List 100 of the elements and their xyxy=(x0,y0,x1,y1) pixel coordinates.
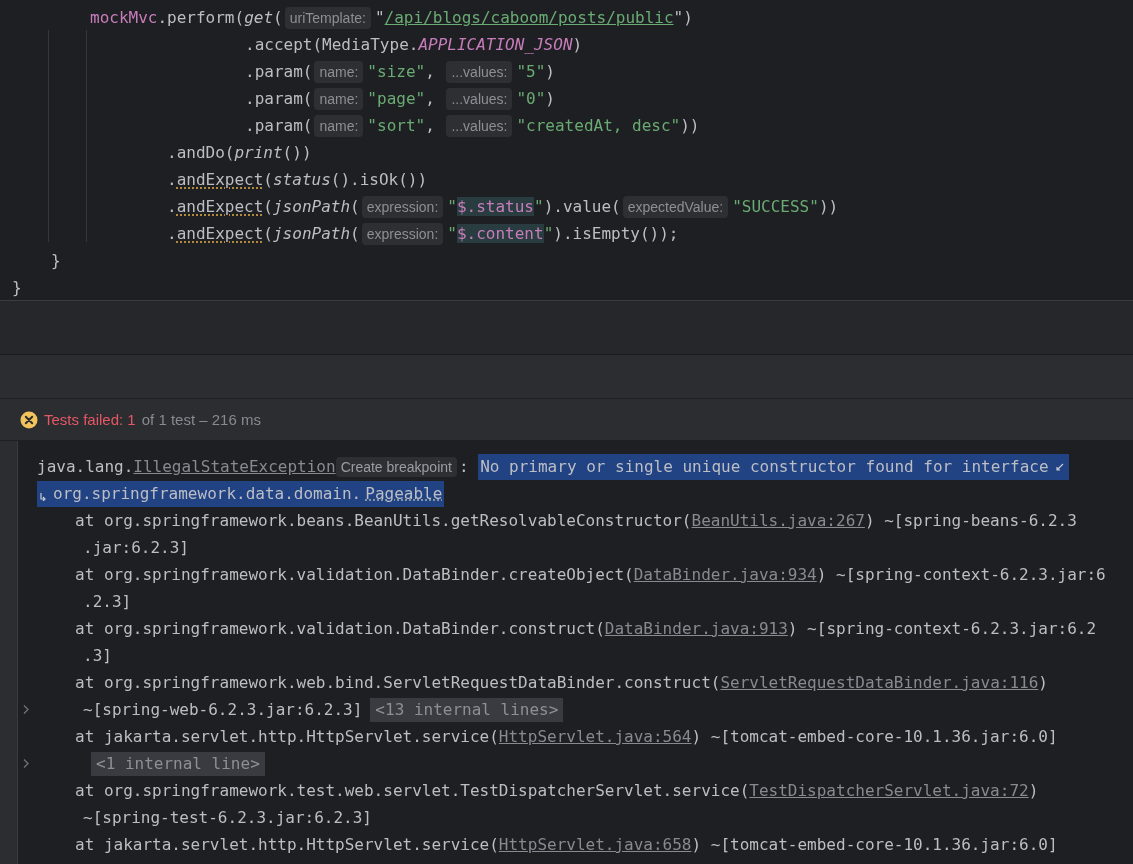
method-name: get xyxy=(244,8,274,27)
code-text: .param( xyxy=(245,62,313,81)
code-text: ( xyxy=(350,197,360,216)
code-text: " xyxy=(374,8,385,27)
code-text: ( xyxy=(350,224,360,243)
folded-lines[interactable]: <1 internal line> xyxy=(91,751,265,776)
test-summary: of 1 test – 216 ms xyxy=(141,411,261,428)
string-literal: "createdAt, desc" xyxy=(516,116,681,135)
console-text: ) xyxy=(1028,781,1039,800)
source-link[interactable]: BeanUtils.java:267 xyxy=(691,511,865,530)
code-text: ( xyxy=(263,170,273,189)
console-text: .3] xyxy=(83,646,112,665)
console-text: .2.3] xyxy=(83,592,132,611)
json-path: $.status xyxy=(456,197,534,216)
soft-wrap-icon xyxy=(1050,453,1069,480)
console-text: java.lang. xyxy=(37,457,134,476)
string-literal: " xyxy=(447,224,457,243)
console-text: ) ~[tomcat-embed-core-10.1.36.jar:6.0] xyxy=(691,727,1058,746)
error-icon xyxy=(20,410,38,429)
console-text: at org.springframework.test.web.servlet.TestDispatcherServlet.service( xyxy=(75,781,750,800)
console-text: at org.springframework.web.bind.ServletRequestDataBinder.construct( xyxy=(75,673,721,692)
console-text: ) ~[tomcat-embed-core-10.1.36.jar:6.0] xyxy=(691,835,1058,854)
code-text: .param( xyxy=(245,116,313,135)
code-text: ( xyxy=(273,8,283,27)
console-text: ~[spring-web-6.2.3.jar:6.2.3] xyxy=(83,700,363,719)
expand-chevron-icon[interactable] xyxy=(22,704,30,715)
code-text: )) xyxy=(680,116,700,135)
console-text: ~[spring-test-6.2.3.jar:6.2.3] xyxy=(83,808,372,827)
string-literal: "page" xyxy=(367,89,426,108)
constant-name: APPLICATION_JSON xyxy=(418,35,573,54)
source-link[interactable]: TestDispatcherServlet.java:72 xyxy=(749,781,1029,800)
console-text: .jar:6.2.3] xyxy=(83,538,189,557)
selected-text: Pageable xyxy=(363,480,445,507)
console-text: at jakarta.servlet.http.HttpServlet.service( xyxy=(75,835,499,854)
code-text: .andDo( xyxy=(167,143,235,162)
parameter-hint: expression: xyxy=(361,222,444,245)
method-name: andExpect xyxy=(176,197,264,216)
code-text: )) xyxy=(818,197,839,216)
console-text: at org.springframework.validation.DataBinder.createObject( xyxy=(75,565,634,584)
string-literal: " xyxy=(543,224,554,243)
source-link[interactable]: HttpServlet.java:564 xyxy=(498,727,692,746)
selected-text: org.springframework.data.domain. xyxy=(51,480,364,507)
console-text: : xyxy=(458,457,470,476)
code-text: ).value( xyxy=(543,197,621,216)
code-text: . xyxy=(167,170,177,189)
string-literal: "0" xyxy=(516,89,546,108)
console-text: ) ~[spring-beans-6.2.3 xyxy=(864,511,1077,530)
console-text: at jakarta.servlet.http.HttpServlet.service( xyxy=(75,727,499,746)
string-literal: "sort" xyxy=(367,116,426,135)
code-text: . xyxy=(167,224,177,243)
failed-count: Tests failed: 1 xyxy=(44,411,136,428)
code-text: } xyxy=(12,278,22,297)
code-text: , xyxy=(425,62,436,81)
breakpoint-hint[interactable]: Create breakpoint xyxy=(335,456,457,477)
console-text: at org.springframework.validation.DataBinder.construct( xyxy=(75,619,605,638)
method-name: print xyxy=(234,143,283,162)
source-link[interactable]: ServletRequestDataBinder.java:116 xyxy=(720,673,1039,692)
parameter-hint: ...values: xyxy=(446,114,513,137)
soft-wrap-icon xyxy=(37,480,51,507)
parameter-hint: name: xyxy=(314,87,364,110)
code-text: ( xyxy=(263,197,273,216)
source-link[interactable]: DataBinder.java:913 xyxy=(604,619,788,638)
selected-text: No primary or single unique constructor found for interface xyxy=(478,453,1051,480)
expand-chevron-icon[interactable] xyxy=(22,758,30,769)
source-link[interactable]: DataBinder.java:934 xyxy=(633,565,817,584)
folded-lines[interactable]: <13 internal lines> xyxy=(370,697,564,722)
parameter-hint: uriTemplate: xyxy=(284,6,371,29)
method-name: jsonPath xyxy=(273,224,351,243)
string-literal: "5" xyxy=(516,62,546,81)
code-text: ") xyxy=(673,8,693,27)
code-text: ) xyxy=(545,62,555,81)
method-name: jsonPath xyxy=(273,197,351,216)
method-name: status xyxy=(273,170,331,189)
console-text: at org.springframework.beans.BeanUtils.getResolvableConstructor( xyxy=(75,511,692,530)
code-text: .accept(MediaType. xyxy=(245,35,419,54)
code-text: ( xyxy=(263,224,273,243)
source-link[interactable]: IllegalStateException xyxy=(133,457,336,476)
code-text: ).isEmpty()); xyxy=(553,224,679,243)
console-text: ) ~[spring-context-6.2.3.jar:6 xyxy=(816,565,1106,584)
url-string: /api/blogs/caboom/posts/public xyxy=(384,8,674,27)
parameter-hint: expression: xyxy=(361,195,444,218)
parameter-hint: name: xyxy=(314,60,364,83)
string-literal: "size" xyxy=(367,62,426,81)
parameter-hint: ...values: xyxy=(446,60,513,83)
method-name: andExpect xyxy=(176,170,264,189)
parameter-hint: ...values: xyxy=(446,87,513,110)
code-text: ) xyxy=(545,89,555,108)
method-name: andExpect xyxy=(176,224,264,243)
code-text: , xyxy=(425,89,436,108)
console-text: ) xyxy=(1038,673,1048,692)
code-text: } xyxy=(51,251,61,270)
json-path: $.content xyxy=(456,224,544,243)
code-text: . xyxy=(167,197,177,216)
console-text: ) ~[spring-context-6.2.3.jar:6.2 xyxy=(787,619,1097,638)
field-name: mockMvc xyxy=(90,8,158,27)
parameter-hint: name: xyxy=(314,114,364,137)
string-literal: "SUCCESS" xyxy=(732,197,819,216)
code-text: ) xyxy=(572,35,583,54)
code-text: .perform( xyxy=(157,8,245,27)
source-link[interactable]: HttpServlet.java:658 xyxy=(498,835,692,854)
